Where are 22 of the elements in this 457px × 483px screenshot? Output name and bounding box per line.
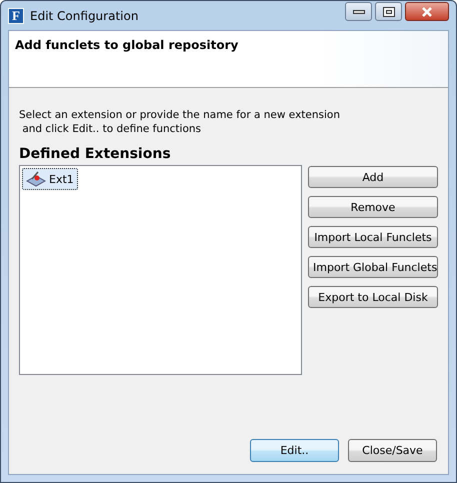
instruction-text: Select an extension or provide the name for a new extension <box>19 108 341 122</box>
header-title: Add funclets to global repository <box>15 38 238 52</box>
close-icon <box>421 6 433 16</box>
instruction-text: and click Edit.. to define functions <box>21 122 202 136</box>
extension-icon <box>26 170 46 188</box>
maximize-icon <box>382 6 394 16</box>
minimize-button[interactable] <box>345 2 372 21</box>
window-title: Edit Configuration <box>30 8 140 22</box>
action-button[interactable]: Import Local Funclets <box>308 226 438 248</box>
action-button[interactable]: Add <box>308 166 438 188</box>
maximize-button[interactable] <box>375 2 402 21</box>
extension-list[interactable]: Ext1 <box>19 165 302 375</box>
list-item[interactable]: Ext1 <box>22 168 78 190</box>
dialog-button[interactable]: Edit.. <box>250 439 339 462</box>
section-heading: Defined Extensions <box>19 145 172 164</box>
app-icon: F <box>8 8 24 24</box>
minimize-icon <box>352 8 364 14</box>
action-button[interactable]: Import Global Funclets <box>308 256 438 278</box>
close-button[interactable] <box>405 2 449 21</box>
action-button[interactable]: Remove <box>308 196 438 218</box>
dialog-button[interactable]: Close/Save <box>348 439 437 462</box>
action-button[interactable]: Export to Local Disk <box>308 286 438 308</box>
